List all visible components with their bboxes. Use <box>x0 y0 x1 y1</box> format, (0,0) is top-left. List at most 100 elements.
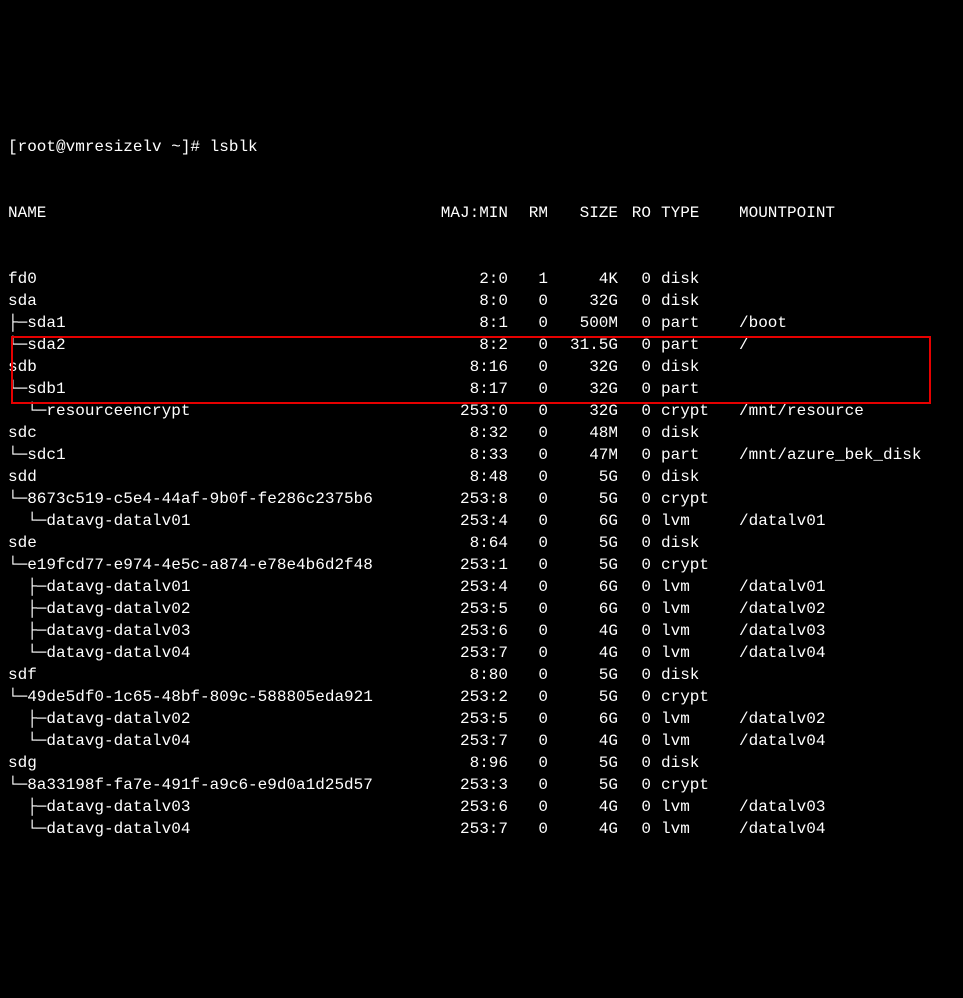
cell-mount <box>721 488 739 510</box>
cell-majmin: 253:7 <box>438 642 508 664</box>
cell-type: crypt <box>651 686 721 708</box>
cell-ro: 0 <box>618 796 651 818</box>
cell-ro: 0 <box>618 708 651 730</box>
table-row: fd02:014K0disk <box>8 268 955 290</box>
cell-majmin: 253:7 <box>438 818 508 840</box>
cell-ro: 0 <box>618 378 651 400</box>
cell-name: ├─datavg-datalv03 <box>8 620 438 642</box>
cell-majmin: 253:8 <box>438 488 508 510</box>
header-majmin: MAJ:MIN <box>438 202 508 224</box>
terminal-output: [root@vmresizelv ~]# lsblk NAMEMAJ:MINRM… <box>8 92 955 884</box>
cell-type: lvm <box>651 598 721 620</box>
cell-type: crypt <box>651 774 721 796</box>
cell-type: lvm <box>651 730 721 752</box>
cell-majmin: 253:2 <box>438 686 508 708</box>
cell-size: 31.5G <box>548 334 618 356</box>
cell-ro: 0 <box>618 510 651 532</box>
table-row: ├─datavg-datalv02253:506G0lvm/datalv02 <box>8 598 955 620</box>
cell-type: crypt <box>651 400 721 422</box>
cell-name: └─resourceencrypt <box>8 400 438 422</box>
cell-size: 4G <box>548 620 618 642</box>
cell-size: 5G <box>548 664 618 686</box>
table-row: └─8a33198f-fa7e-491f-a9c6-e9d0a1d25d5725… <box>8 774 955 796</box>
cell-mount <box>721 686 739 708</box>
cell-type: disk <box>651 268 721 290</box>
cell-name: └─8a33198f-fa7e-491f-a9c6-e9d0a1d25d57 <box>8 774 438 796</box>
table-row: └─49de5df0-1c65-48bf-809c-588805eda92125… <box>8 686 955 708</box>
cell-name: fd0 <box>8 268 438 290</box>
table-row: └─datavg-datalv04253:704G0lvm/datalv04 <box>8 818 955 840</box>
cell-mount <box>721 532 739 554</box>
cell-name: └─e19fcd77-e974-4e5c-a874-e78e4b6d2f48 <box>8 554 438 576</box>
cell-rm: 0 <box>508 422 548 444</box>
cell-size: 5G <box>548 466 618 488</box>
cell-mount <box>721 290 739 312</box>
cell-majmin: 253:1 <box>438 554 508 576</box>
cell-type: part <box>651 444 721 466</box>
cell-majmin: 253:4 <box>438 576 508 598</box>
cell-name: sdf <box>8 664 438 686</box>
cell-rm: 0 <box>508 356 548 378</box>
cell-rm: 0 <box>508 774 548 796</box>
cell-rm: 0 <box>508 598 548 620</box>
table-row: ├─datavg-datalv03253:604G0lvm/datalv03 <box>8 620 955 642</box>
cell-rm: 0 <box>508 818 548 840</box>
header-rm: RM <box>508 202 548 224</box>
prompt-line: [root@vmresizelv ~]# lsblk <box>8 136 955 158</box>
cell-mount: /datalv03 <box>721 620 825 642</box>
cell-size: 4K <box>548 268 618 290</box>
table-row: └─sdb18:17032G0part <box>8 378 955 400</box>
cell-majmin: 8:16 <box>438 356 508 378</box>
table-row: sda8:0032G0disk <box>8 290 955 312</box>
cell-type: lvm <box>651 510 721 532</box>
cell-type: crypt <box>651 488 721 510</box>
cell-mount: /datalv04 <box>721 642 825 664</box>
cell-name: └─datavg-datalv04 <box>8 730 438 752</box>
cell-ro: 0 <box>618 532 651 554</box>
cell-majmin: 253:6 <box>438 796 508 818</box>
table-row: └─datavg-datalv04253:704G0lvm/datalv04 <box>8 642 955 664</box>
cell-rm: 0 <box>508 290 548 312</box>
cell-ro: 0 <box>618 686 651 708</box>
cell-majmin: 253:5 <box>438 708 508 730</box>
cell-mount: /datalv03 <box>721 796 825 818</box>
cell-rm: 0 <box>508 576 548 598</box>
cell-name: ├─datavg-datalv03 <box>8 796 438 818</box>
cell-type: disk <box>651 466 721 488</box>
cell-name: └─sda2 <box>8 334 438 356</box>
cell-rm: 0 <box>508 708 548 730</box>
cell-rm: 0 <box>508 730 548 752</box>
cell-mount <box>721 554 739 576</box>
cell-ro: 0 <box>618 752 651 774</box>
cell-size: 32G <box>548 400 618 422</box>
cell-rm: 0 <box>508 400 548 422</box>
table-row: └─resourceencrypt253:0032G0crypt/mnt/res… <box>8 400 955 422</box>
cell-ro: 0 <box>618 466 651 488</box>
cell-name: └─datavg-datalv01 <box>8 510 438 532</box>
table-row: sdd8:4805G0disk <box>8 466 955 488</box>
cell-size: 5G <box>548 532 618 554</box>
cell-rm: 0 <box>508 796 548 818</box>
header-type: TYPE <box>651 202 721 224</box>
cell-mount: /datalv01 <box>721 510 825 532</box>
cell-ro: 0 <box>618 312 651 334</box>
cell-ro: 0 <box>618 818 651 840</box>
cell-size: 4G <box>548 796 618 818</box>
cell-name: └─sdc1 <box>8 444 438 466</box>
cell-type: part <box>651 312 721 334</box>
cell-ro: 0 <box>618 488 651 510</box>
cell-majmin: 8:48 <box>438 466 508 488</box>
cell-mount <box>721 422 739 444</box>
table-row: ├─datavg-datalv02253:506G0lvm/datalv02 <box>8 708 955 730</box>
cell-name: └─49de5df0-1c65-48bf-809c-588805eda921 <box>8 686 438 708</box>
cell-ro: 0 <box>618 554 651 576</box>
cell-mount <box>721 466 739 488</box>
cell-name: sdb <box>8 356 438 378</box>
cell-mount: / <box>721 334 749 356</box>
cell-ro: 0 <box>618 598 651 620</box>
cell-name: ├─datavg-datalv02 <box>8 598 438 620</box>
header-ro: RO <box>618 202 651 224</box>
cell-size: 32G <box>548 356 618 378</box>
cell-ro: 0 <box>618 576 651 598</box>
table-row: sdc8:32048M0disk <box>8 422 955 444</box>
